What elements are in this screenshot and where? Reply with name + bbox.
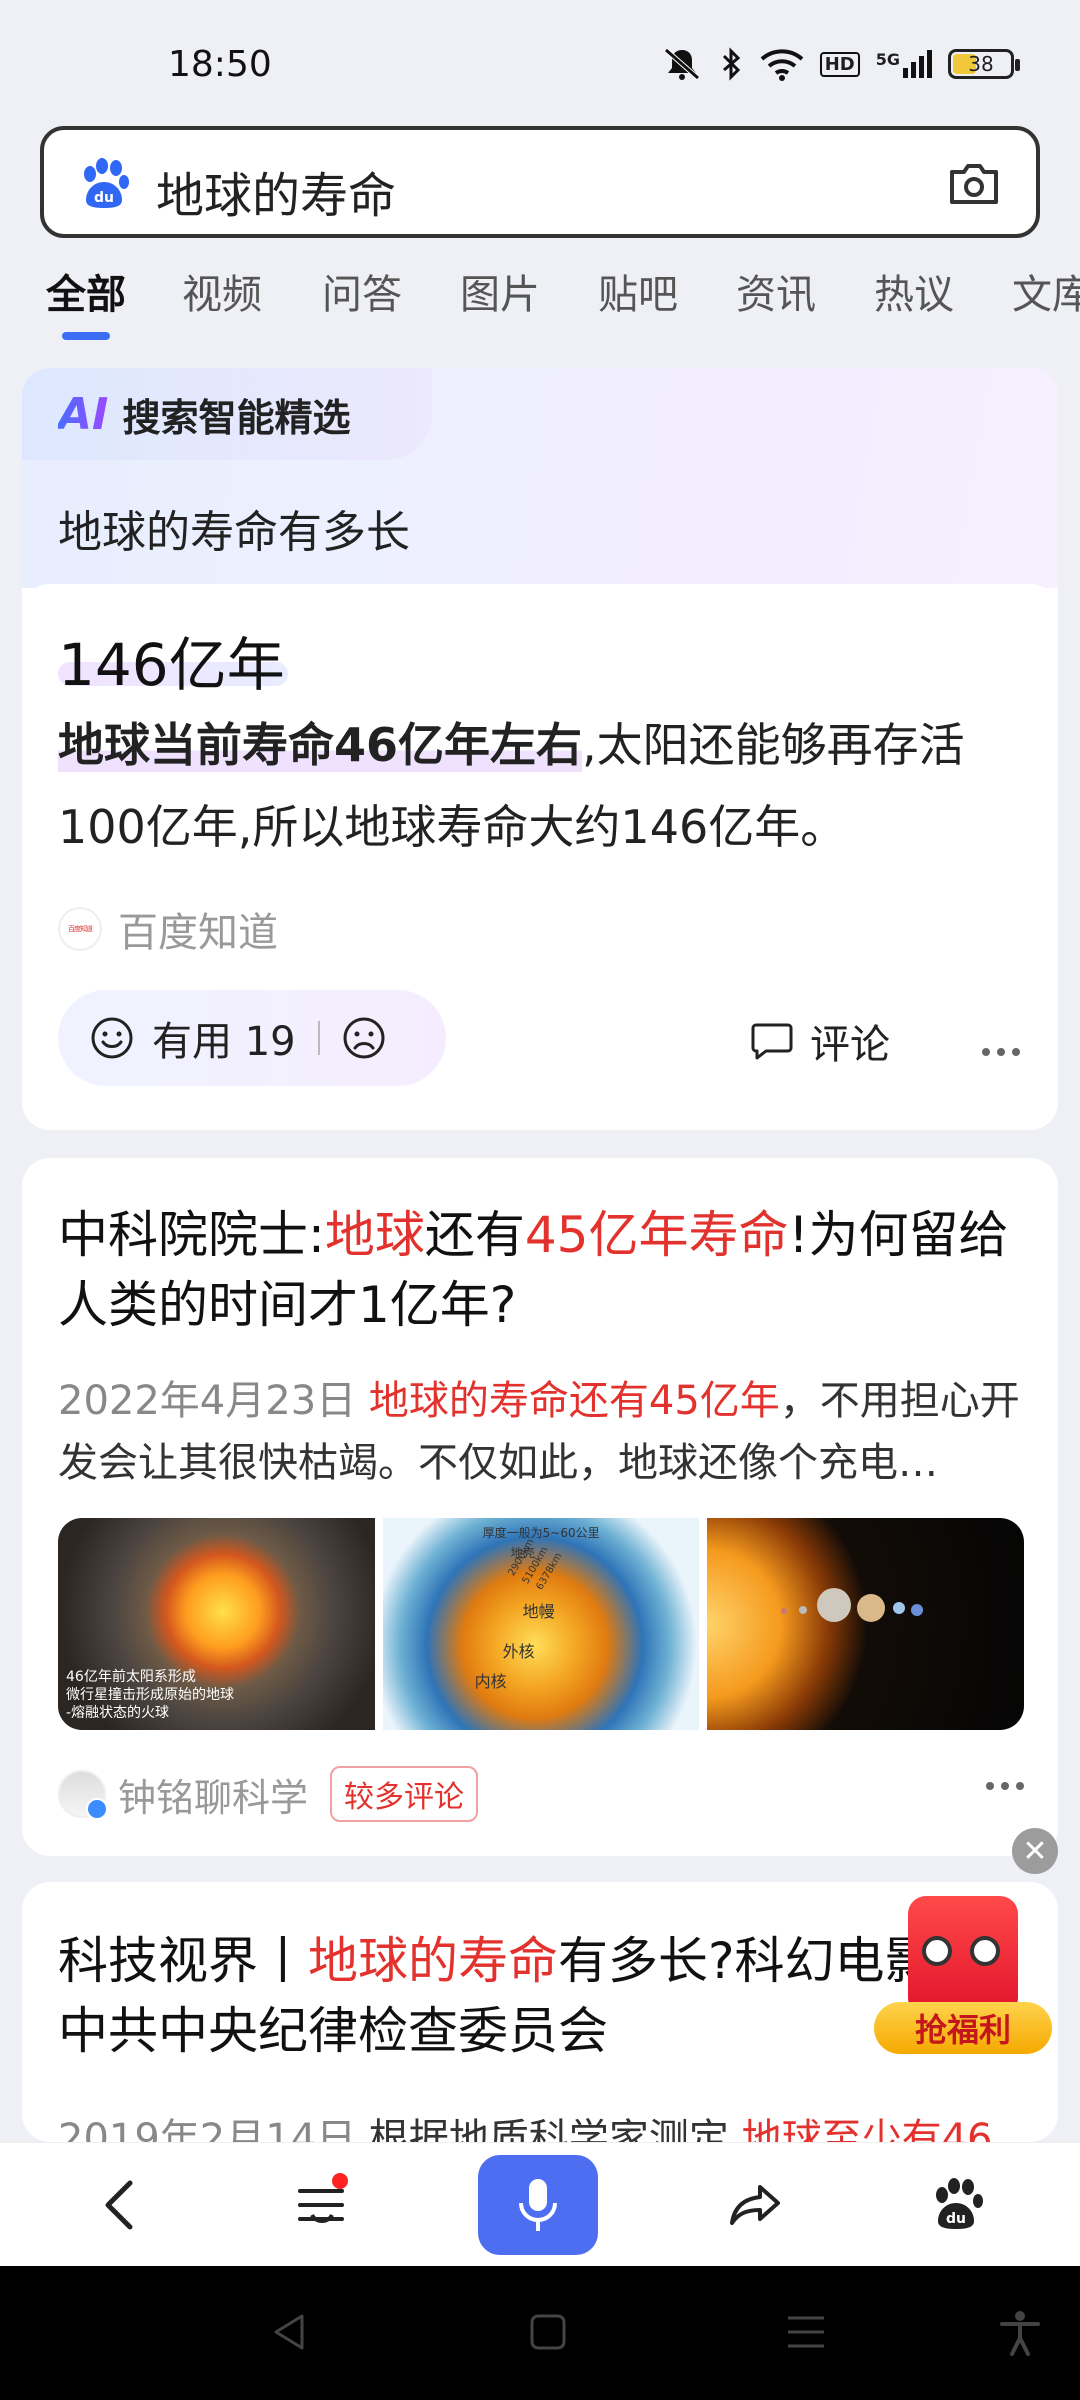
more-options-icon[interactable]	[982, 1048, 1020, 1056]
microphone-icon	[519, 2179, 557, 2231]
mute-icon	[664, 48, 700, 80]
system-recents-icon[interactable]	[784, 2310, 828, 2354]
ai-source[interactable]: 百度知道 百度知道	[58, 900, 278, 958]
accessibility-icon[interactable]	[998, 2310, 1042, 2358]
system-home-icon[interactable]	[526, 2310, 570, 2354]
result-card[interactable]: 中科院院士:地球还有45亿年寿命!为何留给人类的时间才1亿年? 2022年4月2…	[22, 1158, 1058, 1856]
author-name[interactable]: 钟铭聊科学	[118, 1767, 308, 1822]
status-icons: HD 5G 38	[660, 46, 1020, 82]
promo-label[interactable]: 抢福利	[874, 2002, 1052, 2054]
tab-tieba[interactable]: 贴吧	[598, 262, 678, 320]
notification-dot	[332, 2173, 348, 2189]
svg-text:du: du	[94, 190, 114, 206]
search-input[interactable]: 地球的寿命	[156, 156, 396, 226]
tab-hot[interactable]: 热议	[874, 262, 954, 320]
red-bag-icon	[908, 1896, 1018, 2016]
voice-search-button[interactable]	[478, 2155, 598, 2255]
tab-news[interactable]: 资讯	[736, 262, 816, 320]
bluetooth-icon	[722, 47, 740, 81]
result-snippet: 2022年4月23日 地球的寿命还有45亿年，不用担心开发会让其很快枯竭。不仅如…	[58, 1378, 1020, 1486]
signal-icon: 5G	[876, 50, 932, 78]
system-back-icon[interactable]	[268, 2310, 312, 2354]
result-date: 2019年2月14日	[58, 2116, 357, 2142]
useful-divider	[317, 1021, 320, 1055]
promo-float[interactable]: 抢福利	[874, 1896, 1052, 2060]
close-promo-icon[interactable]: ✕	[1012, 1828, 1058, 1874]
status-bar: 18:50 HD 5G 38	[0, 0, 1080, 120]
status-time: 18:50	[168, 44, 272, 85]
bottom-nav: du	[0, 2142, 1080, 2266]
battery-icon: 38	[948, 49, 1020, 79]
image-caption: 46亿年前太阳系形成 微行星撞击形成原始的地球 -熔融状态的火球	[66, 1669, 234, 1721]
ai-answer-text: 地球当前寿命46亿年左右,太阳还能够再存活100亿年,所以地球寿命大约146亿年…	[58, 704, 1028, 868]
share-arrow-icon	[730, 2185, 780, 2225]
system-nav-bar	[0, 2266, 1080, 2400]
comment-icon	[751, 1023, 793, 1060]
result-images[interactable]: 46亿年前太阳系形成 微行星撞击形成原始的地球 -熔融状态的火球 厚度一般为5~…	[58, 1518, 1024, 1730]
baidu-home-button[interactable]: du	[926, 2173, 990, 2237]
tab-images[interactable]: 图片	[460, 262, 540, 320]
useful-button[interactable]: 有用 19	[152, 1009, 296, 1067]
ai-source-name[interactable]: 百度知道	[118, 900, 278, 958]
camera-icon[interactable]	[946, 160, 1002, 208]
result-image-asteroids[interactable]: 46亿年前太阳系形成 微行星撞击形成原始的地球 -熔融状态的火球	[58, 1518, 375, 1730]
ai-answer-body: 146亿年 地球当前寿命46亿年左右,太阳还能够再存活100亿年,所以地球寿命大…	[22, 584, 1058, 1130]
ai-card-header: AI 搜索智能精选 地球的寿命有多长	[22, 368, 1058, 588]
share-button[interactable]	[724, 2173, 788, 2237]
result-meta: 钟铭聊科学 较多评论	[58, 1766, 479, 1822]
more-options-icon[interactable]	[986, 1782, 1024, 1790]
comment-button[interactable]: 评论	[750, 1012, 890, 1070]
baidu-paw-icon: du	[936, 2178, 983, 2229]
back-arrow-icon	[105, 2180, 133, 2230]
ai-badge-label: 搜索智能精选	[122, 395, 351, 440]
baidu-paw-icon: du	[84, 158, 129, 208]
tab-video[interactable]: 视频	[182, 262, 262, 320]
result-image-solar-system[interactable]	[707, 1518, 1024, 1730]
wifi-icon	[760, 49, 804, 81]
comments-badge: 较多评论	[330, 1766, 479, 1822]
search-box[interactable]: du 地球的寿命	[40, 126, 1040, 238]
tab-qa[interactable]: 问答	[322, 262, 402, 320]
frown-icon[interactable]	[342, 1016, 386, 1060]
ai-badge: AI 搜索智能精选	[22, 368, 432, 460]
tab-all[interactable]: 全部	[46, 262, 126, 320]
svg-text:du: du	[946, 2211, 966, 2227]
ai-question: 地球的寿命有多长	[58, 507, 410, 558]
feed-button[interactable]	[290, 2173, 354, 2237]
result-snippet: 2019年2月14日 根据地质科学家测定,地球至少有46	[58, 2108, 1038, 2142]
ai-logo-icon: AI	[58, 388, 109, 440]
ai-answer-headline: 146亿年	[58, 631, 285, 699]
back-button[interactable]	[88, 2173, 152, 2237]
result-date: 2022年4月23日	[58, 1378, 357, 1424]
useful-count: 19	[244, 1019, 296, 1065]
author-avatar[interactable]	[58, 1770, 108, 1820]
useful-pill: 有用 19	[58, 990, 446, 1086]
ai-answer-card[interactable]: AI 搜索智能精选 地球的寿命有多长 146亿年 地球当前寿命46亿年左右,太阳…	[22, 368, 1058, 1130]
tab-wenku[interactable]: 文库	[1012, 262, 1080, 320]
tab-indicator	[62, 332, 110, 340]
smile-icon[interactable]	[90, 1016, 134, 1060]
baidu-zhidao-icon: 百度知道	[58, 907, 102, 951]
result-title[interactable]: 中科院院士:地球还有45亿年寿命!为何留给人类的时间才1亿年?	[58, 1200, 1038, 1340]
tab-bar: 全部 视频 问答 图片 贴吧 资讯 热议 文库	[0, 258, 1080, 338]
ai-answer-highlight: 地球当前寿命46亿年左右	[58, 718, 583, 772]
hd-icon: HD	[819, 51, 860, 77]
result-image-earth-layers[interactable]: 厚度一般为5~60公里 地壳 地幔 外核 内核 2900km 5100km 63…	[382, 1518, 700, 1730]
